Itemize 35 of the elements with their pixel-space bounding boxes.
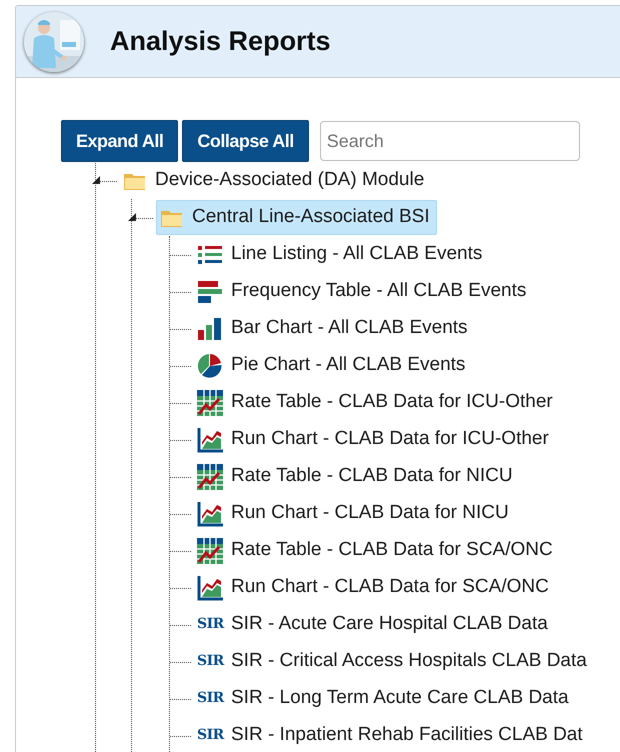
report-link[interactable]: Bar Chart - All CLAB Events <box>194 312 474 345</box>
bar-chart-icon <box>197 316 223 340</box>
report-link[interactable]: SIR SIR - Long Term Acute Care CLAB Data <box>194 682 575 715</box>
line-chart-icon <box>197 574 223 600</box>
expand-all-button[interactable]: Expand All <box>61 120 178 162</box>
search-field[interactable]: Search <box>320 121 580 161</box>
table-trend-icon <box>197 390 223 416</box>
page-title: Analysis Reports <box>110 25 331 58</box>
folder-node[interactable]: Device-Associated (DA) Module <box>120 164 430 197</box>
report-link[interactable]: Run Chart - CLAB Data for ICU-Other <box>194 423 555 456</box>
report-link[interactable]: SIR SIR - Acute Care Hospital CLAB Data <box>194 608 554 641</box>
report-link[interactable]: Line Listing - All CLAB Events <box>194 238 488 271</box>
report-link[interactable]: Run Chart - CLAB Data for NICU <box>194 497 515 530</box>
sir-icon: SIR <box>197 614 223 635</box>
line-chart-icon <box>197 426 223 452</box>
table-trend-icon <box>197 538 223 564</box>
sir-icon: SIR <box>197 651 223 672</box>
report-link[interactable]: Frequency Table - All CLAB Events <box>194 275 532 308</box>
expanded-arrow-icon[interactable] <box>127 212 137 222</box>
report-link[interactable]: Rate Table - CLAB Data for SCA/ONC <box>194 534 559 567</box>
report-link[interactable]: SIR SIR - Critical Access Hospitals CLAB Data <box>194 645 593 678</box>
report-link[interactable]: Run Chart - CLAB Data for SCA/ONC <box>194 571 555 604</box>
horizontal-bars-icon <box>197 280 223 304</box>
report-link[interactable]: Pie Chart - All CLAB Events <box>194 349 472 382</box>
table-trend-icon <box>197 464 223 490</box>
report-link[interactable]: SIR SIR - Inpatient Rehab Facilities CLAB Dat <box>194 719 589 752</box>
sir-icon: SIR <box>197 725 223 746</box>
line-chart-icon <box>197 500 223 526</box>
collapse-all-button[interactable]: Collapse All <box>182 120 309 162</box>
report-link[interactable]: Rate Table - CLAB Data for ICU-Other <box>194 386 559 419</box>
pie-chart-icon <box>197 352 223 378</box>
report-link[interactable]: Rate Table - CLAB Data for NICU <box>194 460 519 493</box>
expanded-arrow-icon[interactable] <box>91 175 101 185</box>
folder-node[interactable]: Central Line-Associated BSI <box>156 200 437 235</box>
sir-icon: SIR <box>197 688 223 709</box>
